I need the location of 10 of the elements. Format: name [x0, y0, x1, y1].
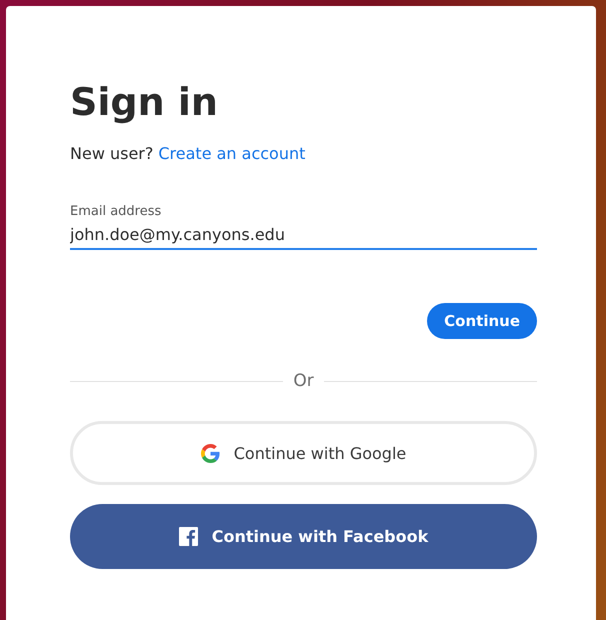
- or-divider-text: Or: [293, 371, 314, 391]
- page-title: Sign in: [70, 80, 218, 124]
- create-account-link[interactable]: Create an account: [158, 144, 306, 163]
- google-sign-in-button[interactable]: Continue with Google: [70, 421, 537, 485]
- facebook-logo-icon: [178, 527, 198, 546]
- facebook-sign-in-button[interactable]: Continue with Facebook: [70, 504, 537, 569]
- continue-button[interactable]: Continue: [427, 303, 537, 339]
- email-label: Email address: [70, 204, 162, 219]
- new-user-prompt: New user?: [70, 144, 154, 163]
- google-logo-icon: [200, 444, 220, 462]
